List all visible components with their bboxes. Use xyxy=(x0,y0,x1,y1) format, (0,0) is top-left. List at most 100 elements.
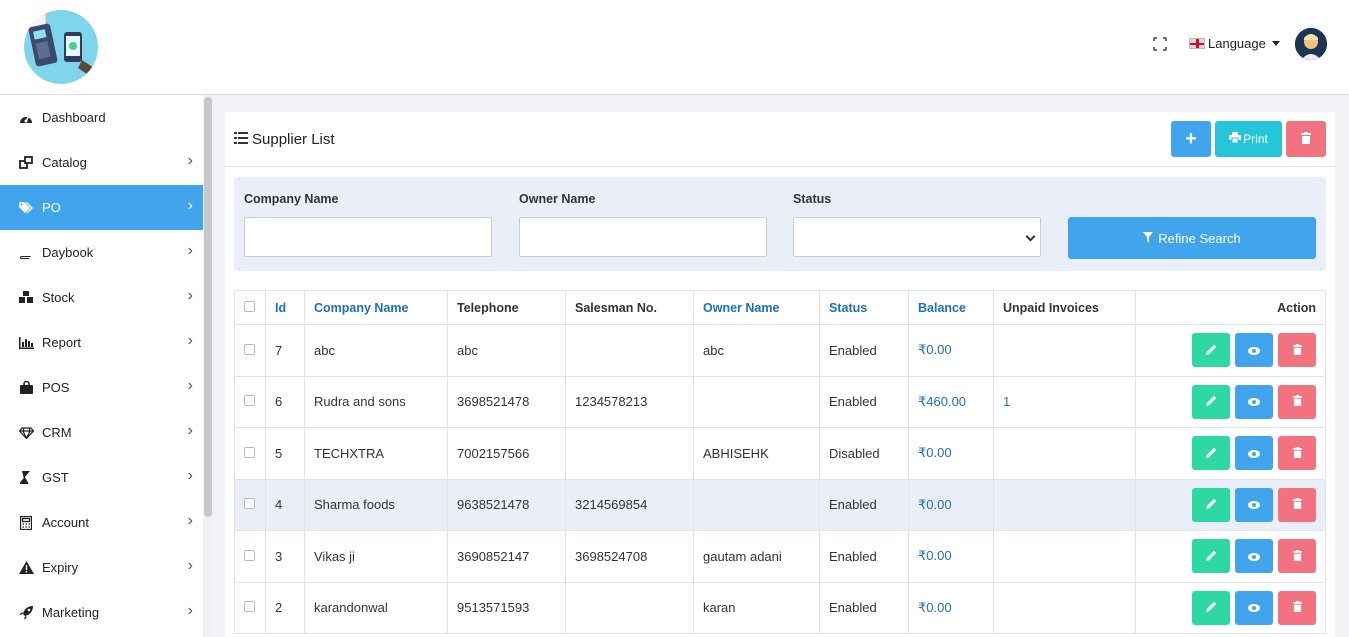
cell-owner-name: abc xyxy=(693,324,820,377)
edit-button[interactable] xyxy=(1192,333,1230,368)
chevron-right-icon: › xyxy=(187,512,193,529)
sidebar-item-pos[interactable]: POS › xyxy=(0,365,203,410)
bar-chart-icon xyxy=(18,335,34,351)
add-supplier-button[interactable]: + xyxy=(1171,121,1211,157)
cell-salesman-no: 3698524708 xyxy=(565,530,694,583)
row-checkbox[interactable] xyxy=(244,601,255,613)
view-button[interactable] xyxy=(1235,590,1273,625)
cell-balance: ₹0.00 xyxy=(908,478,994,531)
sidebar-item-marketing[interactable]: Marketing › xyxy=(0,590,203,635)
col-status[interactable]: Status xyxy=(819,290,909,325)
sidebar-item-daybook[interactable]: Daybook › xyxy=(0,230,203,275)
row-checkbox[interactable] xyxy=(244,343,255,355)
cell-telephone: 3690852147 xyxy=(447,530,566,583)
owner-name-input[interactable] xyxy=(519,217,767,257)
fullscreen-icon[interactable] xyxy=(1152,36,1168,52)
sidebar-item-dashboard[interactable]: Dashboard xyxy=(0,95,203,140)
diamond-icon xyxy=(18,425,34,441)
row-checkbox[interactable] xyxy=(244,446,255,458)
refine-search-label: Refine Search xyxy=(1158,230,1241,246)
chevron-right-icon: › xyxy=(187,377,193,394)
col-id[interactable]: Id xyxy=(265,290,305,325)
gst-icon xyxy=(18,470,34,486)
chevron-right-icon: › xyxy=(187,287,193,304)
view-button[interactable] xyxy=(1235,539,1273,574)
pencil-icon xyxy=(1205,549,1217,564)
page-title: Supplier List xyxy=(234,131,335,148)
scrollbar-thumb[interactable] xyxy=(204,97,212,517)
sidebar-item-label: Catalog xyxy=(42,155,87,170)
sidebar-item-account[interactable]: Account › xyxy=(0,500,203,545)
calculator-icon xyxy=(18,515,34,531)
sidebar-item-label: Report xyxy=(42,335,82,350)
language-dropdown[interactable]: Language xyxy=(1189,36,1280,51)
language-label: Language xyxy=(1208,36,1266,51)
sidebar-item-expiry[interactable]: Expiry › xyxy=(0,545,203,590)
cell-owner-name xyxy=(693,478,820,531)
row-checkbox[interactable] xyxy=(244,498,255,510)
pencil-icon xyxy=(1205,394,1217,409)
app-logo[interactable] xyxy=(24,10,98,84)
sidebar-item-gst[interactable]: GST › xyxy=(0,455,203,500)
select-all-checkbox[interactable] xyxy=(244,300,255,312)
row-checkbox[interactable] xyxy=(244,549,255,561)
cell-status: Enabled xyxy=(819,581,909,634)
trash-icon xyxy=(1292,497,1302,512)
cell-owner-name: karan xyxy=(693,581,820,634)
view-button[interactable] xyxy=(1235,333,1273,368)
cell-id: 7 xyxy=(265,324,305,377)
cell-status: Enabled xyxy=(819,530,909,583)
cell-balance: ₹0.00 xyxy=(908,530,994,583)
sidebar-item-report[interactable]: Report › xyxy=(0,320,203,365)
sidebar-item-catalog[interactable]: Catalog › xyxy=(0,140,203,185)
table-row: 5 TECHXTRA 7002157566 ABHISEHK Disabled ₹0.00 xyxy=(234,427,1326,480)
view-button[interactable] xyxy=(1235,384,1273,419)
col-salesman-no: Salesman No. xyxy=(565,290,694,325)
view-button[interactable] xyxy=(1235,487,1273,522)
print-label: Print xyxy=(1243,132,1268,146)
cell-company-name: abc xyxy=(304,324,448,377)
delete-button[interactable] xyxy=(1278,590,1316,625)
sidebar-scrollbar[interactable] xyxy=(203,95,213,637)
edit-button[interactable] xyxy=(1192,384,1230,419)
col-balance[interactable]: Balance xyxy=(908,290,994,325)
refine-search-button[interactable]: Refine Search xyxy=(1068,217,1316,259)
delete-button[interactable] xyxy=(1278,333,1316,368)
chevron-right-icon: › xyxy=(187,467,193,484)
edit-button[interactable] xyxy=(1192,487,1230,522)
table-row: 7 abc abc abc Enabled ₹0.00 xyxy=(234,324,1326,377)
cell-salesman-no: 3214569854 xyxy=(565,478,694,531)
cell-action xyxy=(1135,375,1326,428)
edit-button[interactable] xyxy=(1192,436,1230,471)
edit-button[interactable] xyxy=(1192,590,1230,625)
cell-id: 3 xyxy=(265,530,305,583)
sidebar-item-po[interactable]: PO › xyxy=(0,185,203,230)
cell-telephone: abc xyxy=(447,324,566,377)
delete-button[interactable] xyxy=(1278,384,1316,419)
col-owner-name[interactable]: Owner Name xyxy=(693,290,820,325)
sidebar-item-crm[interactable]: CRM › xyxy=(0,410,203,455)
delete-selected-button[interactable] xyxy=(1286,121,1326,157)
print-button[interactable]: Print xyxy=(1215,121,1282,157)
company-name-label: Company Name xyxy=(244,192,339,206)
chevron-right-icon: › xyxy=(187,197,193,214)
status-select[interactable] xyxy=(793,217,1041,257)
table-header-row: Id Company Name Telephone Salesman No. O… xyxy=(234,290,1326,325)
cell-balance: ₹0.00 xyxy=(908,324,994,377)
cell-unpaid-invoices xyxy=(993,530,1136,583)
user-avatar[interactable] xyxy=(1295,28,1327,60)
cell-owner-name xyxy=(693,375,820,428)
row-checkbox[interactable] xyxy=(244,395,255,407)
delete-button[interactable] xyxy=(1278,539,1316,574)
view-button[interactable] xyxy=(1235,436,1273,471)
eye-icon xyxy=(1248,394,1260,409)
pencil-icon xyxy=(1205,343,1217,358)
delete-button[interactable] xyxy=(1278,436,1316,471)
col-company-name[interactable]: Company Name xyxy=(304,290,448,325)
edit-button[interactable] xyxy=(1192,539,1230,574)
delete-button[interactable] xyxy=(1278,487,1316,522)
cell-salesman-no xyxy=(565,324,694,377)
sidebar-item-stock[interactable]: Stock › xyxy=(0,275,203,320)
cell-id: 2 xyxy=(265,581,305,634)
company-name-input[interactable] xyxy=(244,217,492,257)
